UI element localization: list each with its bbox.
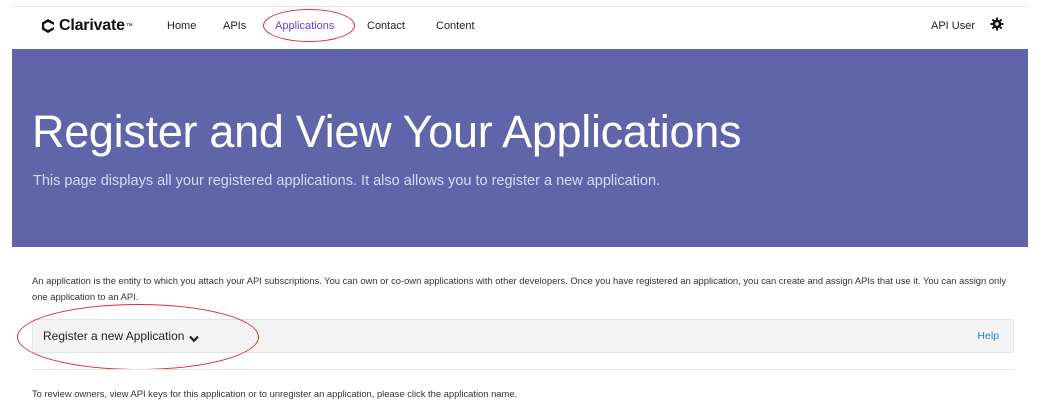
nav-apis[interactable]: APIs (223, 20, 246, 32)
applications-annotation-circle (263, 9, 355, 42)
brand-logo[interactable]: Clarivate ™ (40, 17, 133, 35)
gear-icon[interactable] (990, 17, 1004, 31)
brand-trademark: ™ (125, 22, 133, 30)
nav-content[interactable]: Content (436, 20, 475, 32)
page-subtitle: This page displays all your registered a… (33, 173, 661, 189)
section-divider (32, 369, 1014, 370)
help-link[interactable]: Help (977, 330, 999, 342)
brand-name: Clarivate (59, 17, 125, 34)
nav-contact[interactable]: Contact (367, 20, 405, 32)
nav-home[interactable]: Home (167, 20, 196, 32)
top-navbar: Clarivate ™ Home APIs Applications Conta… (12, 7, 1028, 49)
review-instructions: To review owners, view API keys for this… (32, 388, 518, 399)
register-annotation-circle (17, 304, 259, 370)
page-title: Register and View Your Applications (32, 106, 742, 157)
intro-text: An application is the entity to which yo… (32, 275, 1007, 302)
user-menu[interactable]: API User (931, 20, 975, 32)
hero-banner: Register and View Your Applications This… (12, 49, 1028, 247)
clarivate-logo-icon (40, 18, 56, 34)
